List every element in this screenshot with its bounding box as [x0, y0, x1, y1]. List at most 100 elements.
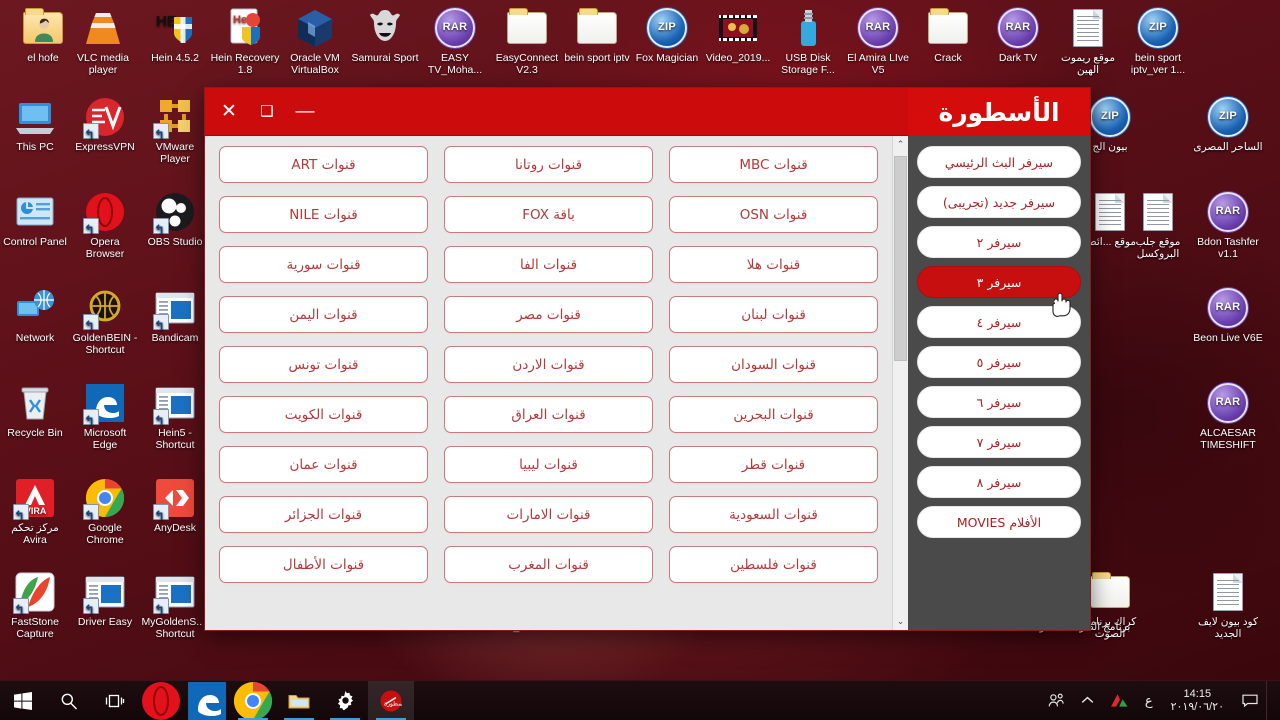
desktop-icon[interactable]: Microsoft Edge	[70, 381, 140, 451]
server-button[interactable]: سيرفر البث الرئيسي	[917, 146, 1081, 178]
channel-button[interactable]: قنوات هلا	[669, 246, 878, 283]
desktop-icon[interactable]: AnyDesk	[140, 476, 210, 535]
channel-scroll-area[interactable]: قنوات MBC قنوات روتانا قنوات ART قنوات OSN ب…	[205, 136, 892, 630]
channel-button[interactable]: قنوات اليمن	[219, 296, 428, 333]
desktop-icon[interactable]: ZIP bein sport iptv_ver 1...	[1123, 6, 1193, 76]
desktop-icon[interactable]: EasyConnect V2.3	[492, 6, 562, 76]
channel-button[interactable]: قنوات الاردن	[444, 346, 653, 383]
desktop-icon[interactable]: Video_2019...	[703, 6, 773, 65]
server-button[interactable]: سيرفر ٢	[917, 226, 1081, 258]
channel-button[interactable]: قنوات الأطفال	[219, 546, 428, 583]
desktop-icon[interactable]: Hein Hein Recovery 1.8	[210, 6, 280, 76]
show-hidden-icons-icon[interactable]	[1073, 681, 1102, 720]
desktop-icon[interactable]: كود بيون لايف الجديد	[1193, 570, 1263, 640]
channel-button[interactable]: قنوات تونس	[219, 346, 428, 383]
avira-tray-icon[interactable]	[1102, 681, 1137, 720]
channel-button[interactable]: قنوات ART	[219, 146, 428, 183]
server-button[interactable]: الأفلام MOVIES	[917, 506, 1081, 538]
desktop-icon[interactable]: Driver Easy	[70, 570, 140, 629]
desktop-icon[interactable]: ZIP Fox Magician	[632, 6, 702, 65]
server-button[interactable]: سيرفر ٨	[917, 466, 1081, 498]
language-indicator[interactable]: ع	[1137, 681, 1161, 720]
server-button[interactable]: سيرفر ٣	[917, 266, 1081, 298]
channel-button[interactable]: قنوات ليبيا	[444, 446, 653, 483]
channel-button[interactable]: قنوات فلسطين	[669, 546, 878, 583]
server-button[interactable]: سيرفر ٤	[917, 306, 1081, 338]
server-button[interactable]: سيرفر جديد (تجريبى)	[917, 186, 1081, 218]
scroll-up-arrow-icon[interactable]: ⌃	[893, 136, 908, 153]
desktop-icon[interactable]: ZIP الساحر المصرى	[1193, 95, 1263, 154]
channel-button[interactable]: قنوات السعودية	[669, 496, 878, 533]
channel-button[interactable]: قنوات MBC	[669, 146, 878, 183]
edge-taskbar-button[interactable]	[184, 681, 230, 720]
channel-button[interactable]: قنوات السودان	[669, 346, 878, 383]
maximize-button[interactable]: ❑	[253, 98, 281, 126]
start-button[interactable]	[0, 681, 46, 720]
desktop-icon[interactable]: VLC media player	[68, 6, 138, 76]
desktop-icon[interactable]: OBS Studio	[140, 190, 210, 249]
search-button[interactable]	[46, 681, 92, 720]
desktop-icon[interactable]: Crack	[913, 6, 983, 65]
alustura-taskbar-button[interactable]: الأسطورة	[368, 680, 414, 720]
desktop-icon[interactable]: bein sport iptv	[562, 6, 632, 65]
settings-taskbar-button[interactable]	[322, 681, 368, 720]
server-button[interactable]: سيرفر ٦	[917, 386, 1081, 418]
channel-button[interactable]: باقة FOX	[444, 196, 653, 233]
channel-button[interactable]: قنوات لبنان	[669, 296, 878, 333]
desktop-icon[interactable]: ExpressVPN	[70, 95, 140, 154]
desktop-icon[interactable]: RAR ALCAESAR TIMESHIFT	[1193, 381, 1263, 451]
desktop-icon[interactable]: موقع ريموت الهين	[1053, 6, 1123, 76]
channel-button[interactable]: قنوات NILE	[219, 196, 428, 233]
desktop-icon[interactable]: Control Panel	[0, 190, 70, 249]
desktop-icon[interactable]: USB Disk Storage F...	[773, 6, 843, 76]
channel-button[interactable]: قنوات البحرين	[669, 396, 878, 433]
desktop-icon[interactable]: Opera Browser	[70, 190, 140, 260]
desktop-icon[interactable]: HE Hein 4.5.2	[140, 6, 210, 65]
alustura-app-window[interactable]: ✕ ❑ — الأسطورة قنوات MBC قنوات روتانا قنوا…	[205, 88, 1090, 630]
channel-button[interactable]: قنوات مصر	[444, 296, 653, 333]
people-icon[interactable]	[1040, 681, 1073, 720]
desktop-icon[interactable]: Samurai Sport	[350, 6, 420, 65]
action-center-icon[interactable]	[1234, 681, 1266, 720]
channel-button[interactable]: قنوات روتانا	[444, 146, 653, 183]
channel-button[interactable]: قنوات العراق	[444, 396, 653, 433]
desktop-icon[interactable]: VMware Player	[140, 95, 210, 165]
clock[interactable]: 14:15 ٢٠١٩/٠٦/٢٠	[1161, 688, 1234, 714]
channel-button[interactable]: قنوات قطر	[669, 446, 878, 483]
minimize-button[interactable]: —	[291, 98, 319, 126]
desktop-icon[interactable]: RAR EASY TV_Moha...	[420, 6, 490, 76]
opera-taskbar-button[interactable]	[138, 681, 184, 720]
channel-button[interactable]: قنوات عمان	[219, 446, 428, 483]
desktop-icon[interactable]: AVIRA مركز تحكم Avira	[0, 476, 70, 546]
channel-button[interactable]: قنوات سورية	[219, 246, 428, 283]
channel-button[interactable]: قنوات الامارات	[444, 496, 653, 533]
channel-button[interactable]: قنوات OSN	[669, 196, 878, 233]
desktop-icon[interactable]: موقع جلب البروكسل	[1123, 190, 1193, 260]
file-explorer-taskbar-button[interactable]	[276, 681, 322, 720]
desktop-icon[interactable]: RAR Beon Live V6E	[1193, 286, 1263, 345]
desktop-icon[interactable]: GoldenBEIN - Shortcut	[70, 286, 140, 356]
scroll-down-arrow-icon[interactable]: ⌄	[893, 613, 908, 630]
desktop-icon[interactable]: RAR Dark TV	[983, 6, 1053, 65]
desktop-icon[interactable]: RAR Bdon Tashfer v1.1	[1193, 190, 1263, 260]
desktop-icon[interactable]: Recycle Bin	[0, 381, 70, 440]
desktop-icon[interactable]: Hein5 - Shortcut	[140, 381, 210, 451]
desktop-icon[interactable]: Oracle VM VirtualBox	[280, 6, 350, 76]
desktop-icon[interactable]: MyGoldenS.. - Shortcut	[140, 570, 210, 640]
desktop-icon[interactable]: Google Chrome	[70, 476, 140, 546]
desktop-icon[interactable]: RAR El Amira LIve V5	[843, 6, 913, 76]
task-view-button[interactable]	[92, 681, 138, 720]
scrollbar-thumb[interactable]	[894, 156, 907, 361]
server-button[interactable]: سيرفر ٥	[917, 346, 1081, 378]
desktop-icon[interactable]: Network	[0, 286, 70, 345]
channel-button[interactable]: قنوات الجزائر	[219, 496, 428, 533]
chrome-taskbar-button[interactable]	[230, 681, 276, 720]
channel-button[interactable]: قنوات الكويت	[219, 396, 428, 433]
desktop-icon[interactable]: Bandicam	[140, 286, 210, 345]
show-desktop-button[interactable]	[1266, 680, 1276, 720]
desktop-icon[interactable]: FastStone Capture	[0, 570, 70, 640]
vertical-scrollbar[interactable]: ⌃ ⌄	[892, 136, 908, 630]
channel-button[interactable]: قنوات المغرب	[444, 546, 653, 583]
taskbar[interactable]: الأسطورة ع 14:15 ٢٠١٩/٠٦/٢٠	[0, 680, 1280, 720]
close-button[interactable]: ✕	[215, 98, 243, 126]
